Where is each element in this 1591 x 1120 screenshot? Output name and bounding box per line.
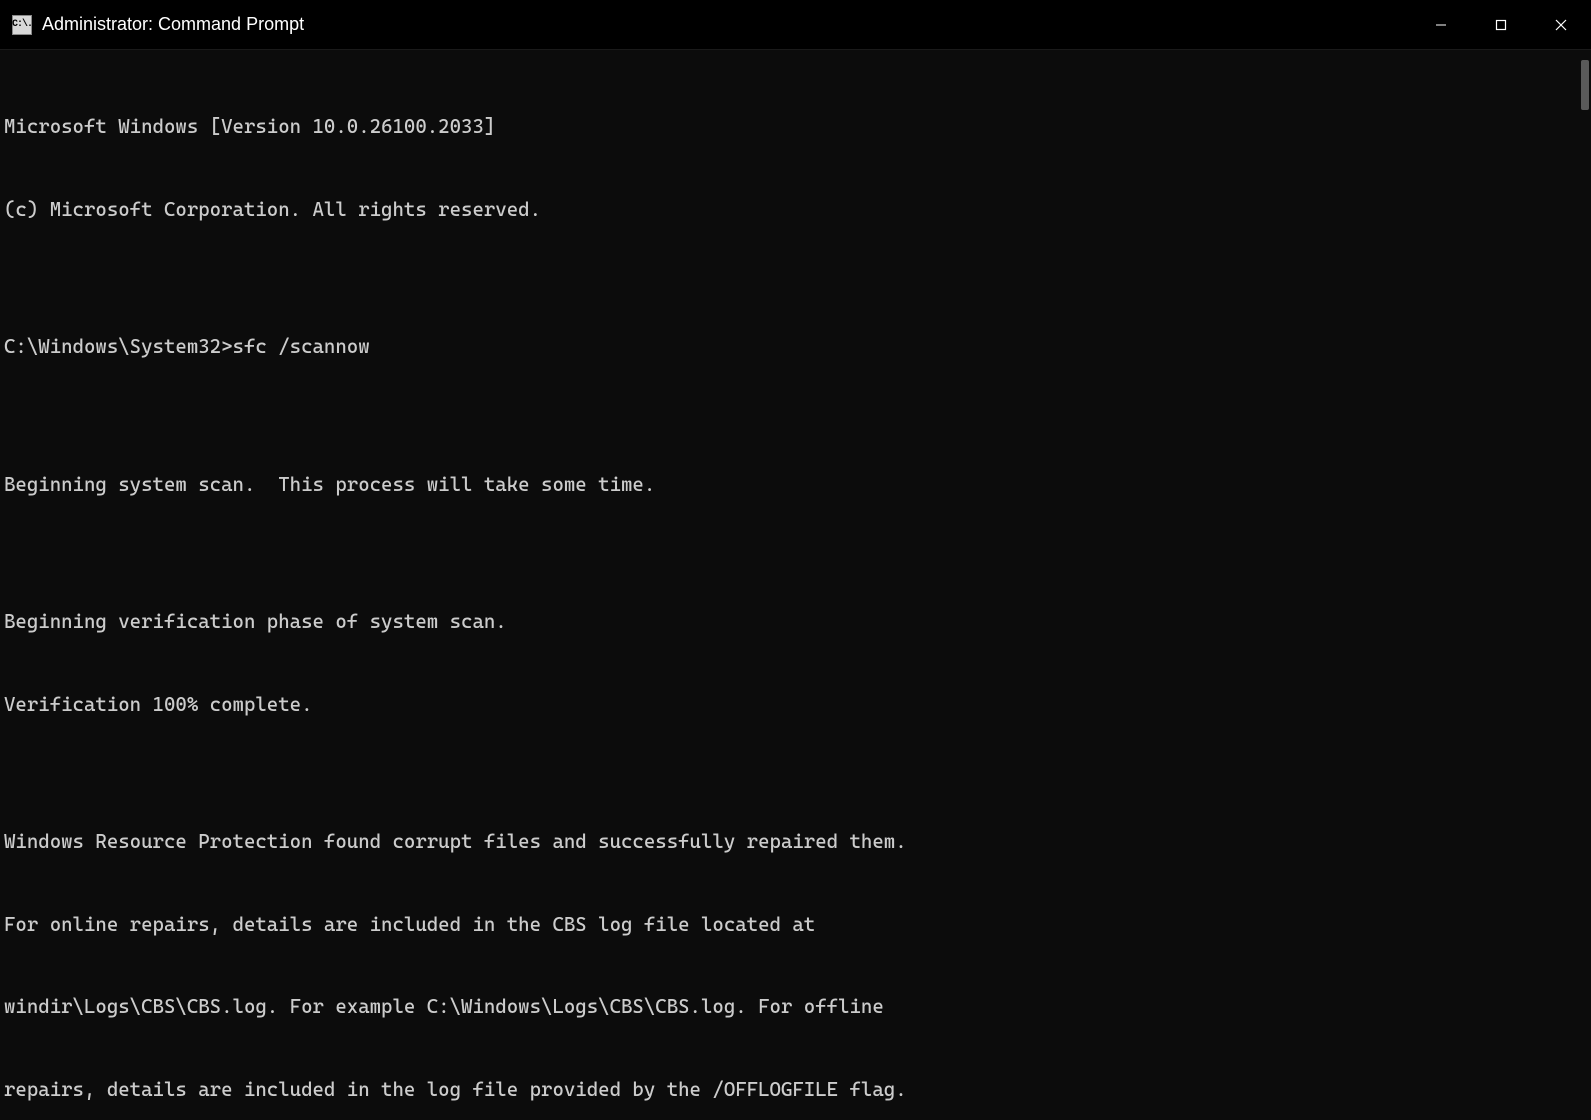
minimize-button[interactable] [1411,0,1471,49]
scrollbar-thumb[interactable] [1581,60,1589,110]
terminal-area[interactable]: Microsoft Windows [Version 10.0.26100.20… [0,50,1591,1120]
terminal-line: Windows Resource Protection found corrup… [4,828,1587,856]
terminal-line: For online repairs, details are included… [4,911,1587,939]
terminal-line: Microsoft Windows [Version 10.0.26100.20… [4,113,1587,141]
terminal-line: C:\Windows\System32>sfc /scannow [4,333,1587,361]
cmd-icon: C:\. [12,15,32,35]
titlebar[interactable]: C:\. Administrator: Command Prompt [0,0,1591,50]
close-button[interactable] [1531,0,1591,49]
terminal-line: windir\Logs\CBS\CBS.log. For example C:\… [4,993,1587,1021]
terminal-line: (c) Microsoft Corporation. All rights re… [4,196,1587,224]
terminal-line: Beginning system scan. This process will… [4,471,1587,499]
window-title: Administrator: Command Prompt [42,14,304,35]
terminal-line: Verification 100% complete. [4,691,1587,719]
terminal-line: repairs, details are included in the log… [4,1076,1587,1104]
maximize-button[interactable] [1471,0,1531,49]
terminal-line: Beginning verification phase of system s… [4,608,1587,636]
window-controls [1411,0,1591,49]
